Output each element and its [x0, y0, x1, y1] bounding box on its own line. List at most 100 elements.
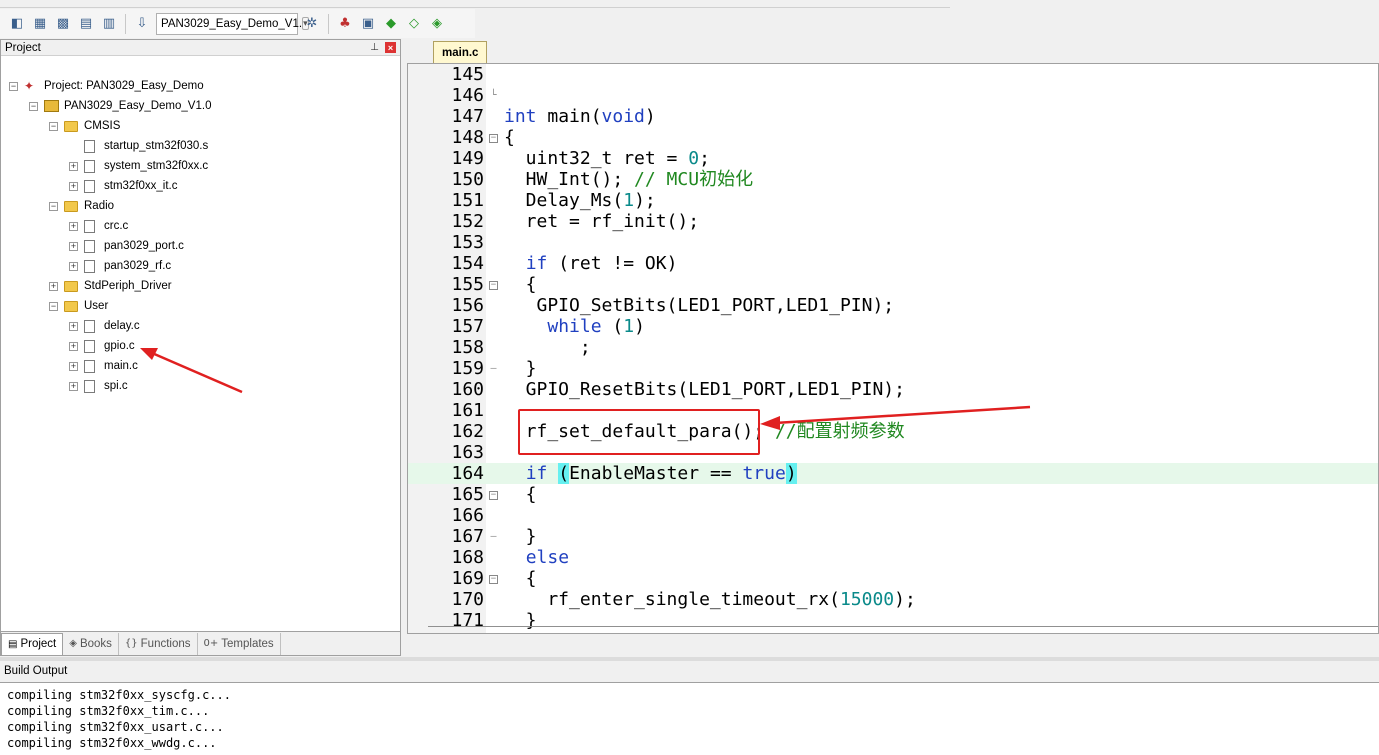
- project-icon: ▤: [8, 638, 18, 650]
- code-token: (ret != OK): [547, 253, 678, 274]
- annotation-highlight-box: [518, 409, 760, 455]
- pin-icon[interactable]: ⊥: [370, 42, 379, 53]
- tree-item[interactable]: − ✦ Project: PAN3029_Easy_Demo: [9, 76, 204, 96]
- collapse-icon[interactable]: −: [29, 101, 38, 111]
- code-line[interactable]: 168 else: [408, 547, 1378, 568]
- tab-project[interactable]: ▤ Project: [1, 632, 64, 655]
- code-line[interactable]: 158 ;: [408, 337, 1378, 358]
- target-options-icon[interactable]: ✲: [303, 15, 321, 33]
- expand-icon[interactable]: +: [69, 381, 78, 391]
- code-line[interactable]: 156 GPIO_SetBits(LED1_PORT,LED1_PIN);: [408, 295, 1378, 316]
- tree-item[interactable]: startup_stm32f030.s: [69, 136, 208, 156]
- collapse-icon[interactable]: −: [49, 201, 58, 211]
- file-icon: [84, 379, 95, 393]
- file-extensions-icon[interactable]: ▣: [359, 15, 377, 33]
- build-output-window[interactable]: compiling stm32f0xx_syscfg.c... compiling…: [0, 682, 1379, 755]
- tab-main-c[interactable]: main.c: [433, 41, 488, 63]
- code-line[interactable]: 154 if (ret != OK): [408, 253, 1378, 274]
- code-line[interactable]: 150 HW_Int(); // MCU初始化: [408, 169, 1378, 190]
- tab-templates[interactable]: 0+ Templates: [198, 632, 281, 655]
- code-line[interactable]: 170 rf_enter_single_timeout_rx(15000);: [408, 589, 1378, 610]
- fold-toggle-icon[interactable]: −: [488, 274, 499, 295]
- expand-icon[interactable]: +: [69, 341, 78, 351]
- tree-item-label: spi.c: [104, 380, 128, 392]
- expand-icon[interactable]: +: [69, 181, 78, 191]
- code-line[interactable]: 167– }: [408, 526, 1378, 547]
- target-select[interactable]: PAN3029_Easy_Demo_V1. ▾: [156, 12, 309, 35]
- fold-toggle-icon[interactable]: −: [488, 127, 499, 148]
- tab-label: Functions: [140, 637, 191, 650]
- panel-divider[interactable]: [0, 657, 1379, 661]
- tree-item[interactable]: + stm32f0xx_it.c: [69, 176, 178, 196]
- close-icon[interactable]: ×: [385, 42, 396, 53]
- rebuild-icon[interactable]: ▩: [54, 15, 72, 33]
- tree-item[interactable]: + gpio.c: [69, 336, 135, 356]
- tab-books[interactable]: ◈ Books: [63, 632, 119, 655]
- code-line[interactable]: 157 while (1): [408, 316, 1378, 337]
- tree-item[interactable]: − User: [49, 296, 108, 316]
- code-token: ): [644, 106, 656, 127]
- code-line[interactable]: 148−{: [408, 127, 1378, 148]
- code-line[interactable]: 152 ret = rf_init();: [408, 211, 1378, 232]
- line-number: 154: [451, 253, 484, 274]
- code-line[interactable]: 165− {: [408, 484, 1378, 505]
- collapse-icon[interactable]: −: [49, 121, 58, 131]
- batch-build-icon[interactable]: ▤: [77, 15, 95, 33]
- stop-build-icon[interactable]: ▥: [100, 15, 118, 33]
- tree-item[interactable]: + pan3029_port.c: [69, 236, 184, 256]
- tree-item[interactable]: + StdPeriph_Driver: [49, 276, 172, 296]
- tree-item[interactable]: + spi.c: [69, 376, 128, 396]
- code-line[interactable]: 155− {: [408, 274, 1378, 295]
- tree-item[interactable]: − CMSIS: [49, 116, 120, 136]
- horizontal-scrollbar[interactable]: [428, 626, 1378, 627]
- tree-item[interactable]: + main.c: [69, 356, 138, 376]
- expand-icon[interactable]: +: [69, 241, 78, 251]
- pack-installer-icon[interactable]: ◇: [405, 15, 423, 33]
- code-line[interactable]: 169− {: [408, 568, 1378, 589]
- code-line[interactable]: 146 └: [408, 85, 1378, 106]
- download-icon[interactable]: ⇩: [133, 15, 151, 33]
- tree-item[interactable]: − Radio: [49, 196, 114, 216]
- editor-tab-bar: main.c: [405, 39, 1379, 63]
- code-editor[interactable]: 145 146 └ 147 int main(void) 148−{149 uint32_…: [407, 63, 1379, 634]
- line-number: 161: [451, 400, 484, 421]
- manage-components-icon[interactable]: ♣: [336, 15, 354, 33]
- expand-icon[interactable]: +: [69, 221, 78, 231]
- code-line[interactable]: 147 int main(void): [408, 106, 1378, 127]
- fold-toggle-icon[interactable]: −: [488, 484, 499, 505]
- code-line[interactable]: 145: [408, 64, 1378, 85]
- translate-icon[interactable]: ◧: [8, 15, 26, 33]
- code-token: ;: [504, 337, 591, 358]
- code-line[interactable]: 164 if (EnableMaster == true): [408, 463, 1378, 484]
- fold-toggle-icon[interactable]: −: [488, 568, 499, 589]
- code-line[interactable]: 171 }: [408, 610, 1378, 631]
- code-token: rf_enter_single_timeout_rx(: [504, 589, 840, 610]
- expand-icon[interactable]: +: [49, 281, 58, 291]
- folder-icon: [64, 280, 78, 292]
- code-text: {: [504, 274, 537, 295]
- expand-icon[interactable]: +: [69, 161, 78, 171]
- expand-icon[interactable]: +: [69, 361, 78, 371]
- code-line[interactable]: 153: [408, 232, 1378, 253]
- tree-item[interactable]: + pan3029_rf.c: [69, 256, 171, 276]
- line-number: 162: [451, 421, 484, 442]
- select-software-icon[interactable]: ◈: [428, 15, 446, 33]
- tree-item[interactable]: + system_stm32f0xx.c: [69, 156, 208, 176]
- collapse-icon[interactable]: −: [9, 81, 18, 91]
- build-icon[interactable]: ▦: [31, 15, 49, 33]
- tree-item[interactable]: + delay.c: [69, 316, 140, 336]
- manage-packs-icon[interactable]: ◆: [382, 15, 400, 33]
- code-line[interactable]: 160 GPIO_ResetBits(LED1_PORT,LED1_PIN);: [408, 379, 1378, 400]
- code-line[interactable]: 159– }: [408, 358, 1378, 379]
- tree-item[interactable]: − PAN3029_Easy_Demo_V1.0: [29, 96, 211, 116]
- code-line[interactable]: 149 uint32_t ret = 0;: [408, 148, 1378, 169]
- tab-label: Books: [79, 637, 112, 650]
- tree-item[interactable]: + crc.c: [69, 216, 128, 236]
- collapse-icon[interactable]: −: [49, 301, 58, 311]
- line-number: 170: [451, 589, 484, 610]
- expand-icon[interactable]: +: [69, 261, 78, 271]
- code-line[interactable]: 151 Delay_Ms(1);: [408, 190, 1378, 211]
- tab-functions[interactable]: {} Functions: [119, 632, 198, 655]
- expand-icon[interactable]: +: [69, 321, 78, 331]
- code-line[interactable]: 166: [408, 505, 1378, 526]
